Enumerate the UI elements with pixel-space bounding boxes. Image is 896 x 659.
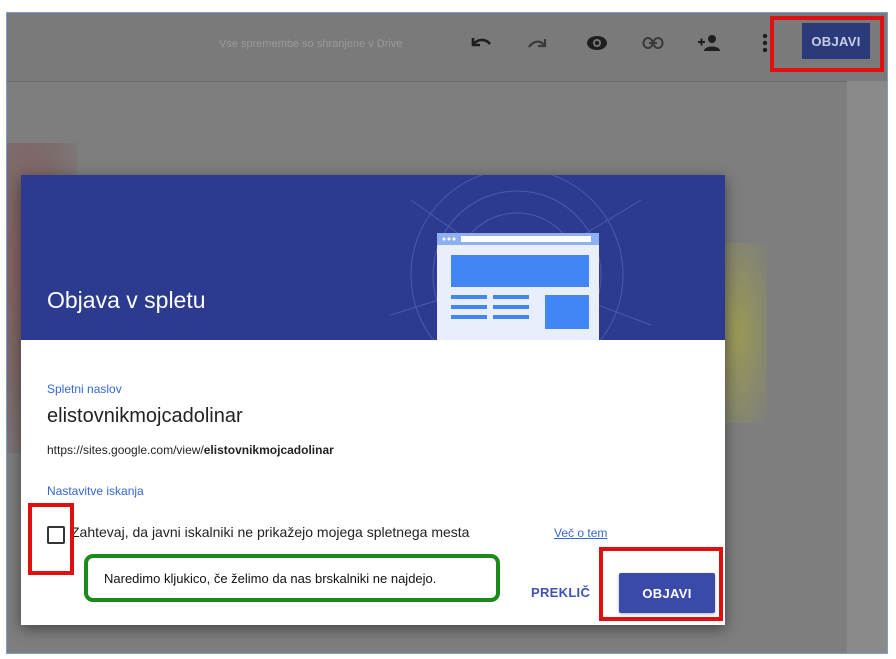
url-site-name: elistovnikmojcadolinar bbox=[203, 443, 334, 457]
web-address-label: Spletni naslov bbox=[47, 382, 122, 396]
website-illustration-icon bbox=[390, 175, 652, 340]
site-name-field[interactable]: elistovnikmojcadolinar bbox=[47, 405, 243, 428]
add-person-icon[interactable] bbox=[693, 27, 725, 59]
top-toolbar: Vse spremembe so shranjene v Drive OBJAV… bbox=[7, 13, 887, 82]
highlight-checkbox bbox=[28, 503, 74, 575]
annotation-callout: Naredimo kljukico, če želimo da nas brsk… bbox=[84, 554, 500, 602]
dialog-header-banner: Objava v spletu bbox=[21, 175, 725, 340]
dialog-title: Objava v spletu bbox=[47, 287, 206, 313]
highlight-top-publish bbox=[770, 16, 884, 72]
search-settings-label: Nastavitve iskanja bbox=[47, 484, 144, 498]
learn-more-link[interactable]: Več o tem bbox=[554, 526, 607, 540]
redo-icon[interactable] bbox=[521, 27, 553, 59]
site-url: https://sites.google.com/view/elistovnik… bbox=[47, 443, 334, 457]
link-icon[interactable] bbox=[637, 27, 669, 59]
undo-icon[interactable] bbox=[465, 27, 497, 59]
save-status-text: Vse spremembe so shranjene v Drive bbox=[219, 38, 403, 50]
side-panel bbox=[847, 81, 887, 653]
url-prefix: https://sites.google.com/view/ bbox=[47, 443, 204, 457]
hide-from-search-label[interactable]: Zahtevaj, da javni iskalniki ne prikažej… bbox=[71, 524, 469, 540]
cancel-button[interactable]: PREKLIČ bbox=[531, 585, 590, 600]
preview-icon[interactable] bbox=[581, 27, 613, 59]
highlight-dialog-publish bbox=[599, 547, 723, 621]
